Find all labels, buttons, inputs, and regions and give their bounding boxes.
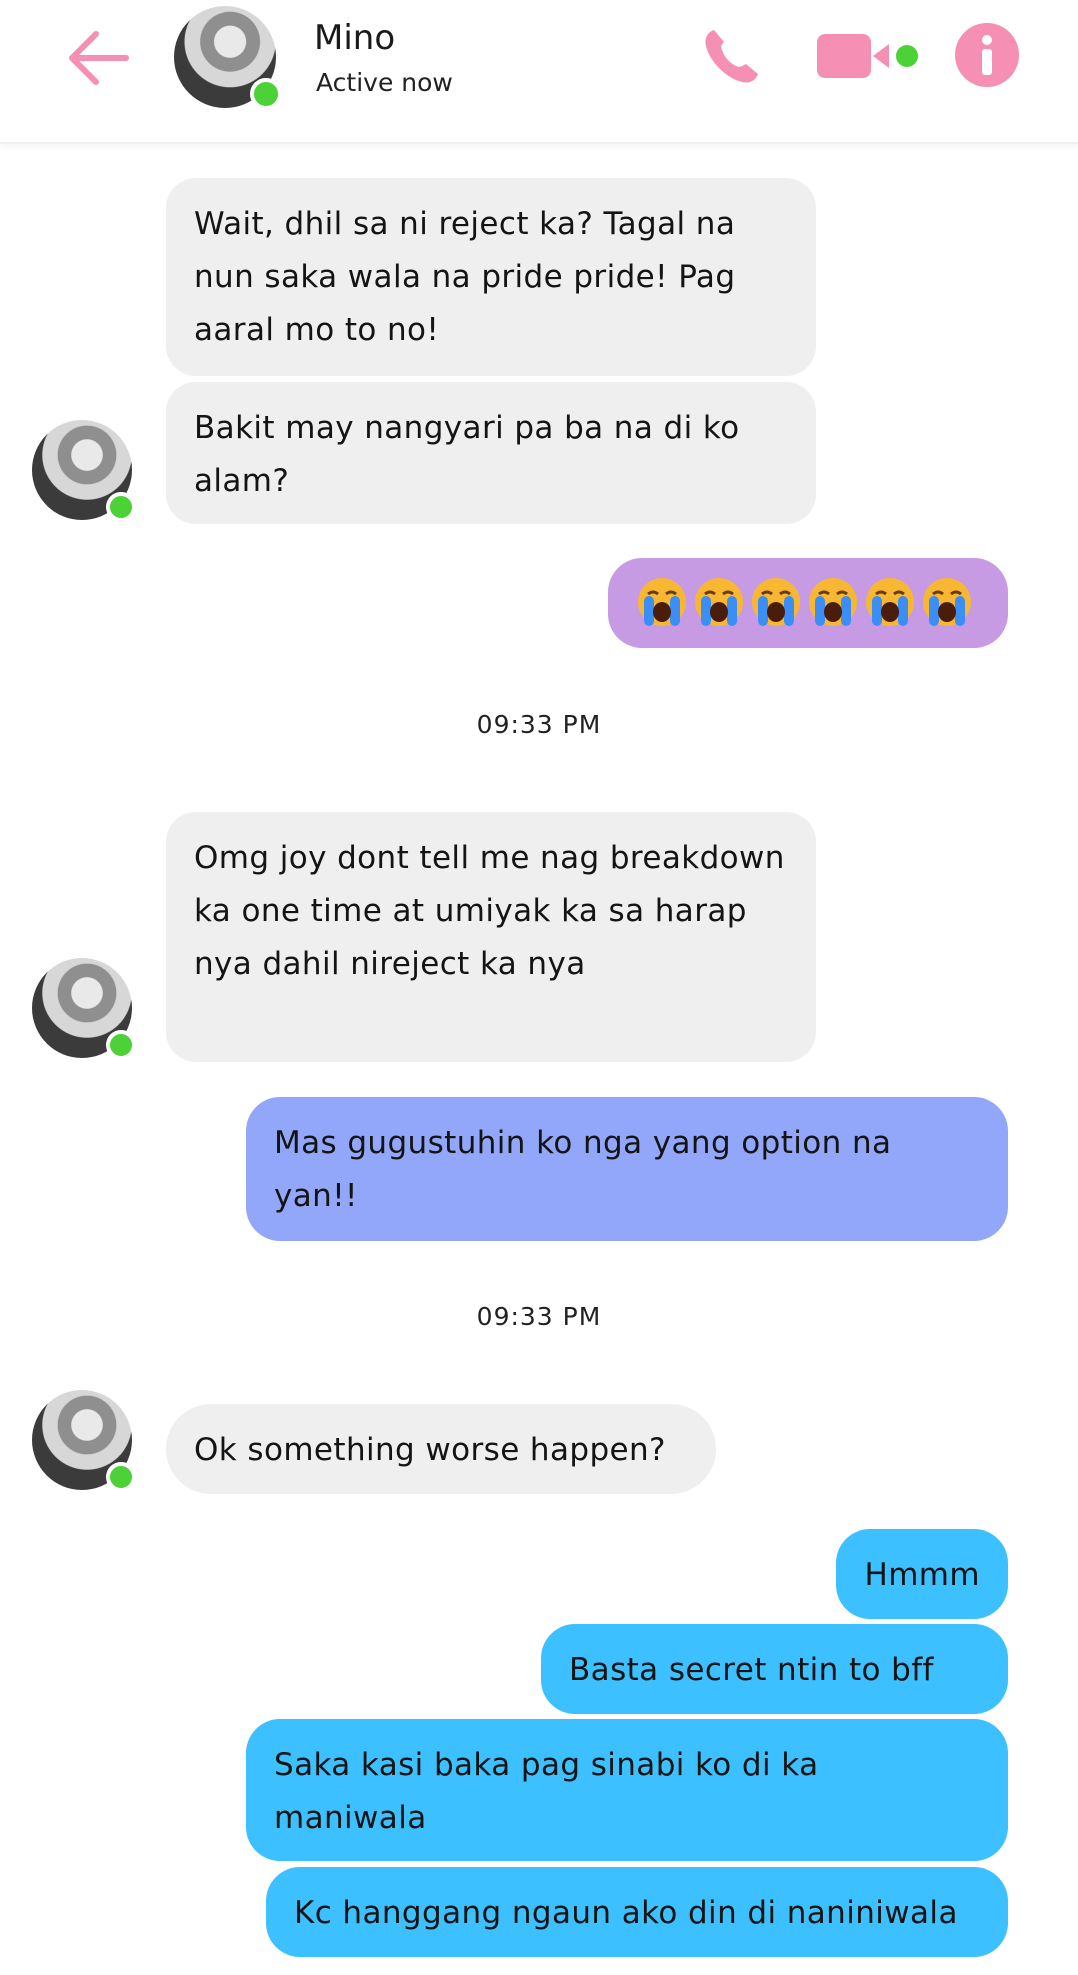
outgoing-message[interactable]: Saka kasi baka pag sinabi ko di ka maniw… (246, 1719, 1008, 1861)
message-text: Basta secret ntin to bff (569, 1652, 934, 1688)
contact-avatar[interactable] (32, 958, 136, 1060)
outgoing-emoji-message[interactable] (608, 558, 1008, 648)
loudly-crying-face-icon (923, 577, 971, 626)
online-indicator (106, 492, 136, 522)
contact-avatar[interactable] (32, 420, 136, 522)
loudly-crying-face-icon (695, 577, 743, 626)
outgoing-message[interactable]: Hmmm (836, 1529, 1008, 1619)
chat-header: Mino Active now (0, 0, 1078, 144)
contact-name[interactable]: Mino (314, 18, 395, 58)
incoming-message[interactable]: Bakit may nangyari pa ba na di ko alam? (166, 382, 816, 524)
message-text: Saka kasi baka pag sinabi ko di ka maniw… (274, 1747, 819, 1836)
loudly-crying-face-icon (638, 577, 686, 626)
timestamp: 09:33 PM (476, 1302, 602, 1331)
back-arrow-icon[interactable] (66, 24, 170, 92)
loudly-crying-face-icon (752, 577, 800, 626)
online-indicator (106, 1030, 136, 1060)
outgoing-message[interactable]: Kc hanggang ngaun ako din di naniniwala (266, 1867, 1008, 1957)
phone-icon[interactable] (700, 24, 764, 88)
message-text: Ok something worse happen? (194, 1432, 666, 1468)
loudly-crying-face-icon (809, 577, 857, 626)
timestamp: 09:33 PM (476, 710, 602, 739)
online-indicator (106, 1462, 136, 1492)
online-indicator (250, 78, 282, 110)
message-text: Omg joy dont tell me nag breakdown ka on… (194, 840, 785, 982)
message-text: Kc hanggang ngaun ako din di naniniwala (294, 1895, 958, 1931)
presence-status: Active now (316, 68, 453, 97)
incoming-message[interactable]: Ok something worse happen? (166, 1404, 716, 1494)
contact-avatar[interactable] (32, 1390, 136, 1492)
contact-avatar[interactable] (174, 6, 282, 110)
message-text: Mas gugustuhin ko nga yang option na yan… (274, 1125, 892, 1214)
video-camera-icon[interactable] (815, 30, 923, 82)
outgoing-message[interactable]: Basta secret ntin to bff (541, 1624, 1008, 1714)
outgoing-message[interactable]: Mas gugustuhin ko nga yang option na yan… (246, 1097, 1008, 1241)
info-icon[interactable] (954, 22, 1020, 88)
message-text: Wait, dhil sa ni reject ka? Tagal na nun… (194, 206, 736, 348)
loudly-crying-face-icon (636, 577, 978, 626)
incoming-message[interactable]: Omg joy dont tell me nag breakdown ka on… (166, 812, 816, 1062)
message-text: Bakit may nangyari pa ba na di ko alam? (194, 410, 740, 499)
message-text: Hmmm (864, 1557, 980, 1593)
loudly-crying-face-icon (866, 577, 914, 626)
incoming-message[interactable]: Wait, dhil sa ni reject ka? Tagal na nun… (166, 178, 816, 376)
